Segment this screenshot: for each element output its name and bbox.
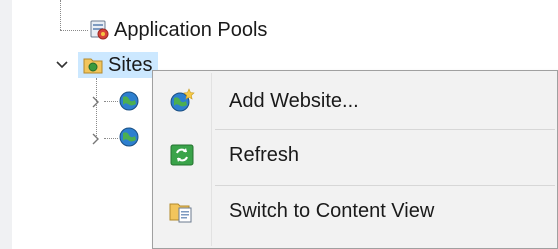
sites-folder-icon: [82, 54, 104, 76]
refresh-icon: [169, 142, 195, 168]
tree-connector: [104, 138, 118, 139]
tree-item-site[interactable]: [118, 124, 140, 150]
tree-item-site[interactable]: [118, 88, 140, 114]
menu-item-label: Refresh: [229, 143, 300, 166]
context-menu: Add Website... Refresh Switch to Content…: [152, 70, 558, 249]
content-view-icon: [169, 198, 195, 224]
menu-item-label: Add Website...: [229, 89, 359, 112]
chevron-right-icon[interactable]: [88, 94, 104, 110]
tree-item-application-pools[interactable]: Application Pools: [88, 17, 271, 43]
globe-icon: [118, 126, 140, 148]
chevron-down-icon[interactable]: [54, 57, 70, 73]
menu-item-switch-content-view[interactable]: Switch to Content View: [153, 185, 557, 237]
app-pools-icon: [88, 19, 110, 41]
chevron-right-icon[interactable]: [88, 131, 104, 147]
tree-connector: [60, 0, 61, 30]
tree-item-sites[interactable]: Sites: [78, 52, 159, 78]
tree-item-label: Sites: [108, 54, 153, 76]
tree-item-label: Application Pools: [114, 19, 268, 41]
tree-item-selection: Sites: [78, 52, 159, 78]
tree-connector: [104, 101, 118, 102]
tree-connector: [60, 30, 88, 31]
globe-icon: [118, 90, 140, 112]
menu-item-add-website[interactable]: Add Website...: [153, 75, 557, 127]
add-website-icon: [169, 88, 195, 114]
menu-item-refresh[interactable]: Refresh: [153, 129, 557, 181]
menu-item-label: Switch to Content View: [229, 199, 435, 222]
